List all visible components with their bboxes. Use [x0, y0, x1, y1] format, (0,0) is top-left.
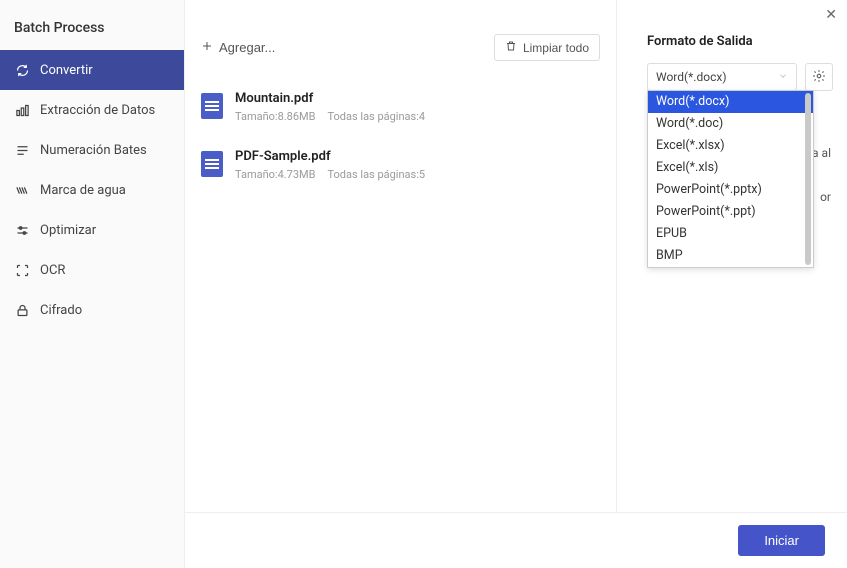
file-name: Mountain.pdf	[235, 91, 600, 106]
add-button[interactable]: Agregar...	[201, 40, 275, 55]
pdf-file-icon	[201, 93, 223, 119]
file-list: Mountain.pdf Tamaño:8.86MB Todas las pág…	[185, 73, 616, 197]
ocr-icon	[14, 262, 30, 278]
gear-icon	[812, 69, 826, 86]
add-button-label: Agregar...	[219, 40, 275, 55]
dropdown-option[interactable]: BMP	[648, 245, 813, 267]
file-toolbar: Agregar... Limpiar todo	[185, 34, 616, 73]
pdf-file-icon	[201, 151, 223, 177]
sidebar-item-label: Optimizar	[40, 223, 96, 238]
sidebar-item-label: Numeración Bates	[40, 143, 147, 158]
dropdown-option[interactable]: EPUB	[648, 223, 813, 245]
optimize-icon	[14, 222, 30, 238]
convert-icon	[14, 62, 30, 78]
sidebar-item-watermark[interactable]: Marca de agua	[0, 170, 184, 210]
dropdown-option[interactable]: PowerPoint(*.ppt)	[648, 201, 813, 223]
bates-icon	[14, 142, 30, 158]
file-size: Tamaño:4.73MB	[235, 168, 316, 181]
dropdown-scrollbar[interactable]	[805, 93, 811, 265]
sidebar-item-label: Cifrado	[40, 303, 82, 318]
trash-icon	[505, 40, 517, 55]
footer: Iniciar	[185, 512, 847, 568]
file-row[interactable]: PDF-Sample.pdf Tamaño:4.73MB Todas las p…	[201, 139, 600, 197]
format-select[interactable]: Word(*.docx)	[647, 63, 797, 91]
plus-icon	[201, 40, 213, 55]
file-panel: Agregar... Limpiar todo Mountain.pdf Tam…	[185, 0, 617, 512]
dropdown-option[interactable]: Word(*.docx)	[648, 91, 813, 113]
extract-icon	[14, 102, 30, 118]
format-select-value: Word(*.docx)	[656, 70, 727, 84]
clear-button-label: Limpiar todo	[523, 41, 589, 55]
lock-icon	[14, 302, 30, 318]
sidebar-item-label: Marca de agua	[40, 183, 126, 198]
file-info: PDF-Sample.pdf Tamaño:4.73MB Todas las p…	[235, 149, 600, 181]
sidebar-item-optimizar[interactable]: Optimizar	[0, 210, 184, 250]
content-row: Agregar... Limpiar todo Mountain.pdf Tam…	[185, 0, 847, 512]
format-dropdown: Word(*.docx) Word(*.doc) Excel(*.xlsx) E…	[647, 90, 814, 268]
sidebar-item-convertir[interactable]: Convertir	[0, 50, 184, 90]
sidebar: Batch Process Convertir Extracción de Da…	[0, 0, 185, 568]
main-area: Agregar... Limpiar todo Mountain.pdf Tam…	[185, 0, 847, 568]
sidebar-item-extraccion[interactable]: Extracción de Datos	[0, 90, 184, 130]
format-row: Word(*.docx)	[647, 63, 833, 91]
start-button[interactable]: Iniciar	[738, 525, 825, 556]
dropdown-option[interactable]: Excel(*.xlsx)	[648, 135, 813, 157]
file-pages: Todas las páginas:4	[328, 110, 426, 123]
file-meta: Tamaño:8.86MB Todas las páginas:4	[235, 110, 600, 123]
format-settings-button[interactable]	[805, 63, 833, 91]
file-meta: Tamaño:4.73MB Todas las páginas:5	[235, 168, 600, 181]
file-size: Tamaño:8.86MB	[235, 110, 316, 123]
dropdown-option[interactable]: Excel(*.xls)	[648, 157, 813, 179]
watermark-icon	[14, 182, 30, 198]
sidebar-item-ocr[interactable]: OCR	[0, 250, 184, 290]
chevron-down-icon	[778, 70, 788, 84]
dropdown-option[interactable]: PowerPoint(*.pptx)	[648, 179, 813, 201]
sidebar-item-label: Convertir	[40, 63, 93, 78]
sidebar-item-bates[interactable]: Numeración Bates	[0, 130, 184, 170]
clear-button[interactable]: Limpiar todo	[494, 34, 600, 61]
file-pages: Todas las páginas:5	[328, 168, 426, 181]
file-info: Mountain.pdf Tamaño:8.86MB Todas las pág…	[235, 91, 600, 123]
output-panel: Formato de Salida Word(*.docx) ada al or	[617, 0, 847, 512]
sidebar-item-label: Extracción de Datos	[40, 103, 155, 118]
page-title: Batch Process	[0, 0, 184, 50]
sidebar-item-label: OCR	[40, 263, 65, 278]
file-name: PDF-Sample.pdf	[235, 149, 600, 164]
dropdown-option[interactable]: Word(*.doc)	[648, 113, 813, 135]
sidebar-item-cifrado[interactable]: Cifrado	[0, 290, 184, 330]
file-row[interactable]: Mountain.pdf Tamaño:8.86MB Todas las pág…	[201, 81, 600, 139]
output-title: Formato de Salida	[647, 34, 833, 49]
